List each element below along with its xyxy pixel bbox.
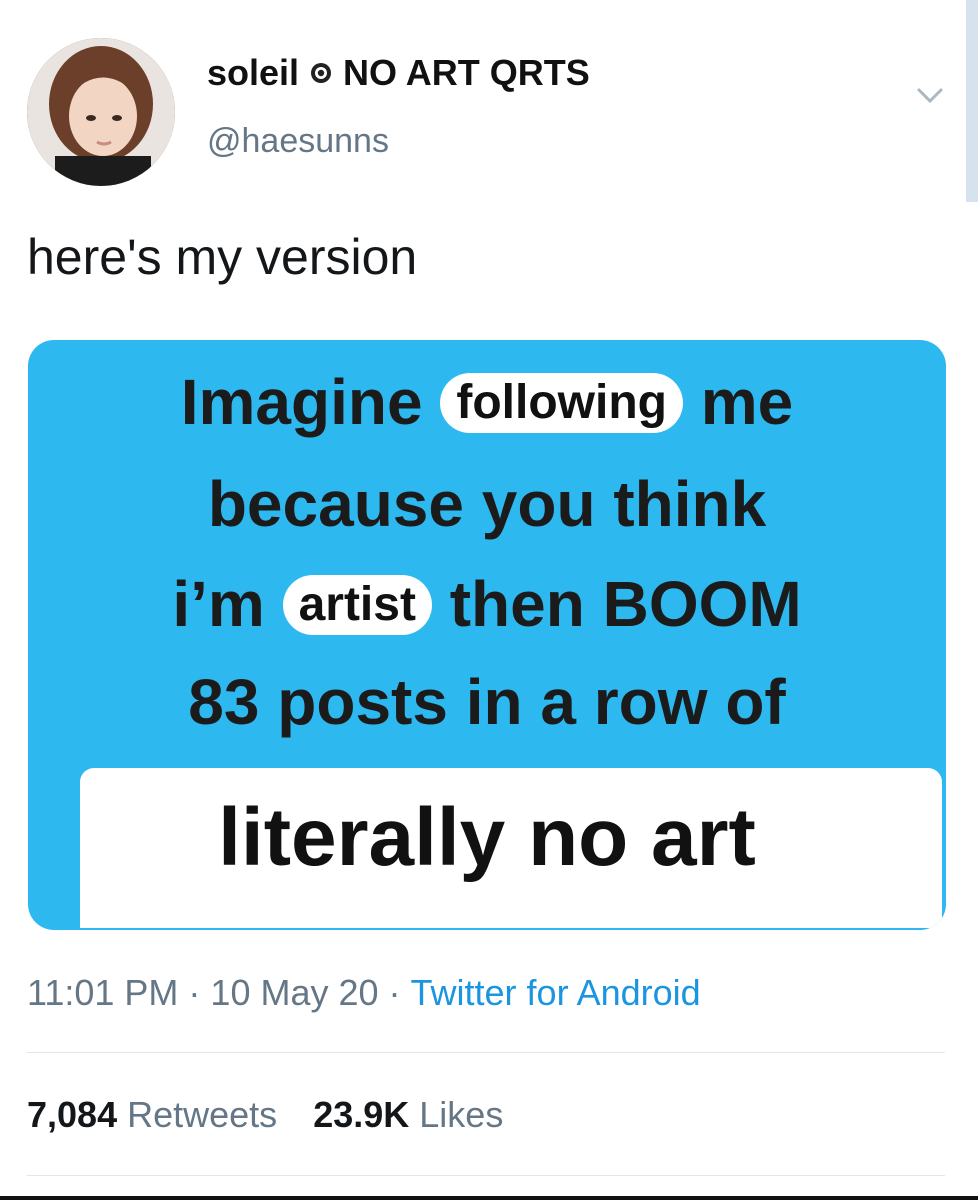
tweet-header: soleil NO ART QRTS @haesunns (0, 0, 978, 202)
retweets-stat[interactable]: 7,084 Retweets (27, 1094, 277, 1135)
tweet-source-link[interactable]: Twitter for Android (411, 972, 701, 1013)
bottom-edge (0, 1196, 978, 1200)
tweet-text: here's my version (27, 229, 418, 285)
meta-separator-2: · (388, 972, 401, 1013)
display-name-text: soleil (207, 52, 300, 93)
likes-count: 23.9K (313, 1094, 410, 1135)
tweet-media-image[interactable]: Imagine following me because you think i… (28, 340, 946, 930)
likes-label: Likes (419, 1094, 504, 1135)
scrollbar[interactable] (966, 0, 978, 202)
tweet-time[interactable]: 11:01 PM (27, 972, 178, 1013)
meme-chip-artist: artist (282, 575, 432, 635)
tweet-stats: 7,084 Retweets 23.9K Likes (27, 1094, 503, 1136)
meme-line-3: i’m artist then BOOM (28, 564, 946, 644)
meme-word-imagine: Imagine (180, 366, 423, 438)
meme-line-1: Imagine following me (28, 362, 946, 442)
meme-line-5: literally no art (218, 792, 756, 883)
retweets-label: Retweets (127, 1094, 278, 1135)
display-name[interactable]: soleil NO ART QRTS (207, 52, 590, 94)
circle-badge-icon (311, 63, 332, 83)
avatar[interactable] (27, 38, 175, 186)
display-name-suffix: NO ART QRTS (343, 52, 590, 93)
divider-bottom (27, 1175, 945, 1176)
meta-separator: · (188, 972, 201, 1013)
user-handle[interactable]: @haesunns (207, 122, 389, 161)
meme-line-2: because you think (207, 468, 767, 540)
tweet-date[interactable]: 10 May 20 (210, 972, 378, 1013)
meme-word-im: i’m (172, 568, 265, 640)
tweet-card: soleil NO ART QRTS @haesunns here's my v… (0, 0, 978, 1200)
meme-words-then-boom: then BOOM (449, 568, 802, 640)
retweets-count: 7,084 (27, 1094, 118, 1135)
meme-word-me: me (700, 366, 794, 438)
divider (27, 1052, 945, 1053)
likes-stat[interactable]: 23.9K Likes (313, 1094, 503, 1135)
meme-chip-following: following (440, 373, 683, 433)
chevron-down-icon[interactable] (916, 86, 944, 106)
meme-line-4: 83 posts in a row of (188, 666, 786, 738)
tweet-meta: 11:01 PM · 10 May 20 · Twitter for Android (27, 972, 701, 1014)
